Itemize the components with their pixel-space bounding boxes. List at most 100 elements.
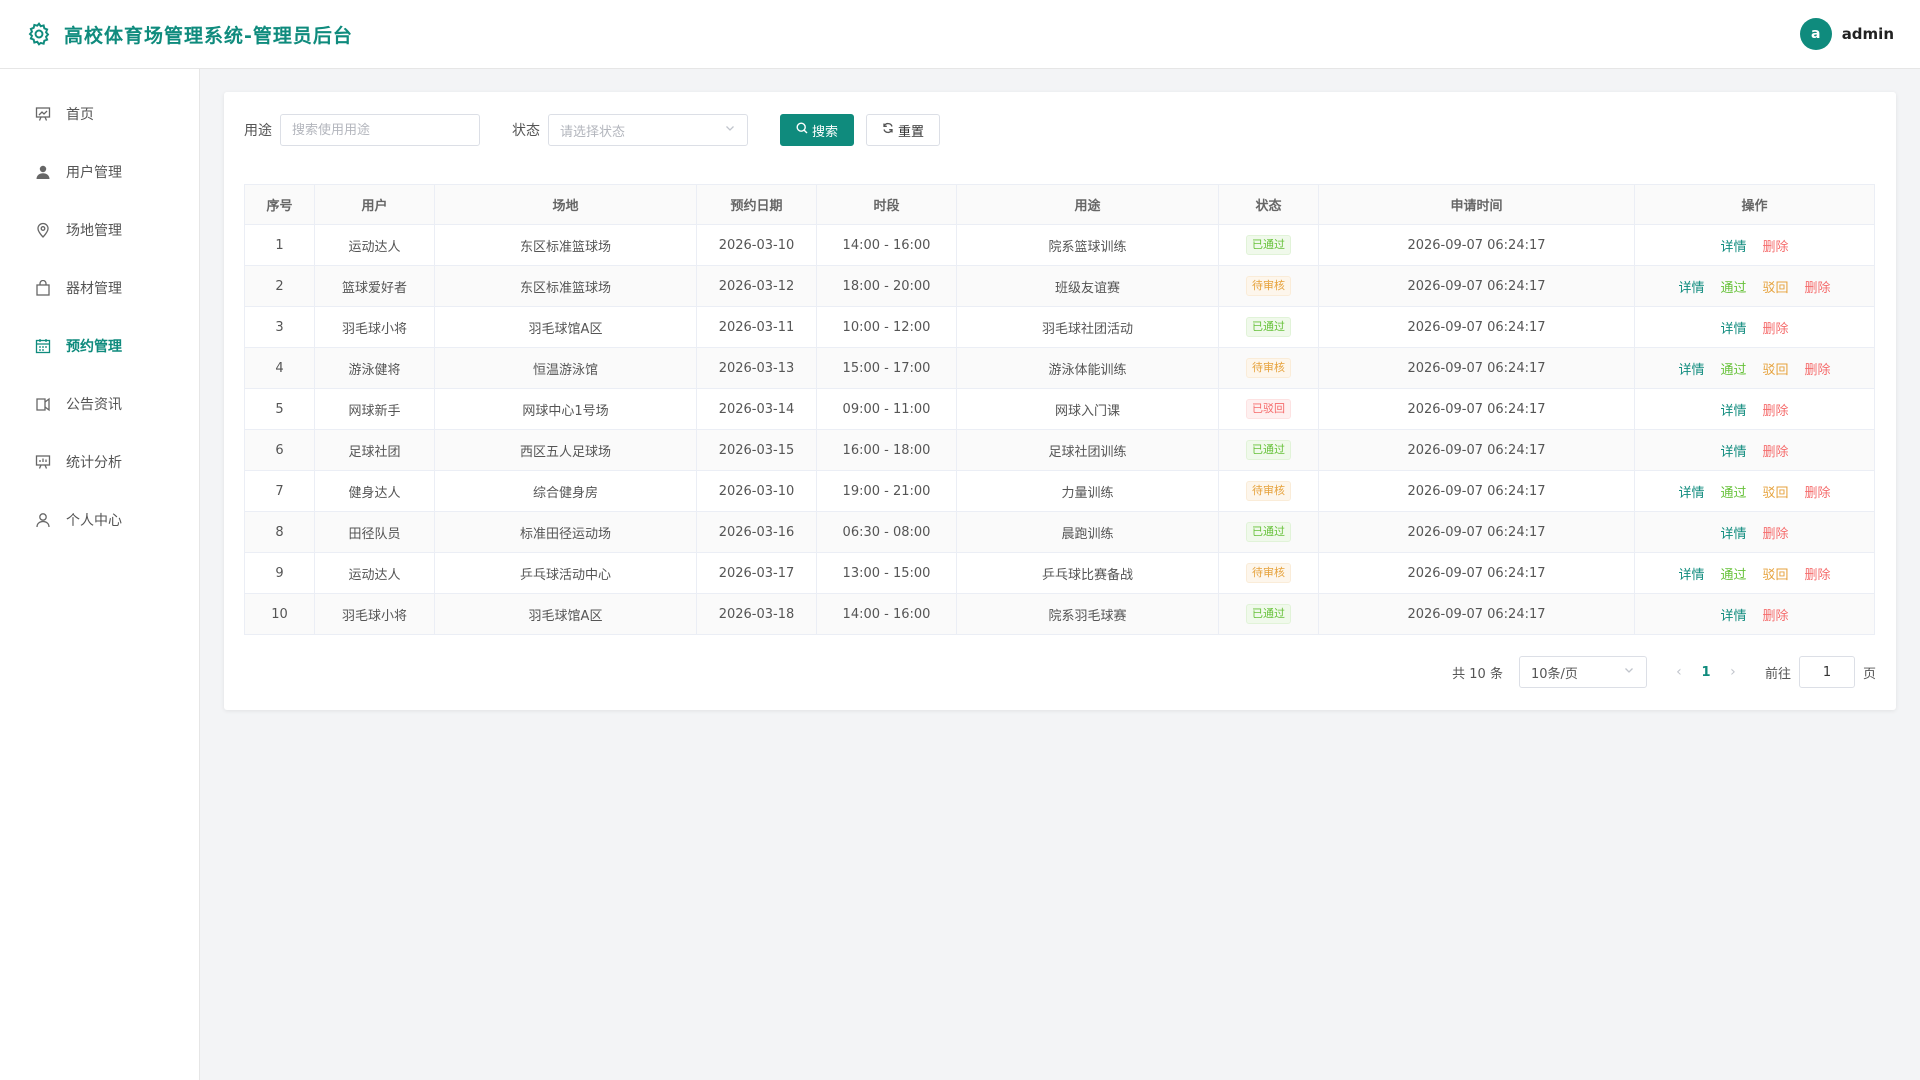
pass-link[interactable]: 通过 [1720,564,1746,583]
next-page-icon[interactable]: › [1721,664,1745,680]
cell-purpose: 力量训练 [956,470,1219,512]
delete-link[interactable]: 删除 [1805,482,1831,501]
cell-venue: 东区标准篮球场 [434,265,697,307]
reject-link[interactable]: 驳回 [1763,277,1789,296]
delete-link[interactable]: 删除 [1805,564,1831,583]
goto-page-input[interactable] [1798,656,1855,688]
cell-venue: 恒温游泳馆 [434,347,697,389]
cell-slot: 15:00 - 17:00 [816,347,957,389]
status-select[interactable]: 请选择状态 [548,114,748,146]
cell-applied: 2026-09-07 06:24:17 [1318,388,1635,430]
sidebar-item-statistics[interactable]: 统计分析 [0,433,199,491]
cell-no: 5 [244,388,315,430]
column-header: 用户 [314,184,435,225]
purpose-search-input[interactable] [280,114,480,146]
chevron-down-icon [1623,664,1635,680]
sidebar-item-profile[interactable]: 个人中心 [0,491,199,549]
cell-date: 2026-03-18 [696,593,817,635]
column-header: 场地 [434,184,697,225]
cell-status: 待审核 [1218,470,1319,512]
pass-link[interactable]: 通过 [1720,277,1746,296]
detail-link[interactable]: 详情 [1720,318,1746,337]
detail-link[interactable]: 详情 [1678,359,1704,378]
sidebar-item-reservations[interactable]: 预约管理 [0,317,199,375]
reset-button-label: 重置 [897,124,924,140]
pass-link[interactable]: 通过 [1720,359,1746,378]
page-number-current[interactable]: 1 [1691,665,1721,680]
status-select-placeholder: 请选择状态 [560,124,626,140]
user-icon [34,511,52,529]
cell-date: 2026-03-14 [696,388,817,430]
detail-link[interactable]: 详情 [1678,482,1704,501]
delete-link[interactable]: 删除 [1805,359,1831,378]
sidebar-item-label: 器材管理 [66,281,122,297]
delete-link[interactable]: 删除 [1763,318,1789,337]
reset-button[interactable]: 重置 [866,114,940,146]
reject-link[interactable]: 驳回 [1763,564,1789,583]
sidebar: 首页 用户管理 场地管理 器材管理 预约管理 公告资讯 统计分析 个人中心 [0,69,200,1080]
user-menu[interactable]: a admin [1799,18,1894,50]
sidebar-item-venues[interactable]: 场地管理 [0,201,199,259]
status-label: 状态 [512,123,540,139]
detail-link[interactable]: 详情 [1720,236,1746,255]
search-button[interactable]: 搜索 [780,114,854,146]
cell-venue: 羽毛球馆A区 [434,593,697,635]
sidebar-item-equipment[interactable]: 器材管理 [0,259,199,317]
delete-link[interactable]: 删除 [1763,605,1789,624]
status-badge: 已通过 [1246,235,1291,255]
cell-user: 田径队员 [314,511,435,553]
gear-icon [26,21,52,47]
cell-no: 2 [244,265,315,307]
cell-date: 2026-03-13 [696,347,817,389]
cell-user: 游泳健将 [314,347,435,389]
detail-link[interactable]: 详情 [1720,605,1746,624]
avatar[interactable]: a [1799,18,1832,50]
delete-link[interactable]: 删除 [1763,400,1789,419]
cell-status: 待审核 [1218,265,1319,307]
username[interactable]: admin [1842,25,1894,43]
goto-label: 前往 [1764,666,1791,682]
cell-venue: 乒乓球活动中心 [434,552,697,594]
cell-no: 3 [244,306,315,348]
reject-link[interactable]: 驳回 [1763,359,1789,378]
cell-date: 2026-03-10 [696,224,817,266]
cell-applied: 2026-09-07 06:24:17 [1318,306,1635,348]
cell-venue: 标准田径运动场 [434,511,697,553]
user-solid-icon [34,163,52,181]
delete-link[interactable]: 删除 [1763,441,1789,460]
cell-purpose: 院系篮球训练 [956,224,1219,266]
sidebar-item-home[interactable]: 首页 [0,85,199,143]
table-row: 1 运动达人 东区标准篮球场 2026-03-10 14:00 - 16:00 院系篮球训… [244,224,1875,266]
cell-applied: 2026-09-07 06:24:17 [1318,552,1635,594]
cell-date: 2026-03-16 [696,511,817,553]
detail-link[interactable]: 详情 [1678,277,1704,296]
cell-user: 足球社团 [314,429,435,471]
cell-user: 篮球爱好者 [314,265,435,307]
reservation-table: 序号 用户 场地 预约日期 时段 用途 状态 申请时间 操作 1 运动达人 东区标准篮球场 2026-… [244,184,1875,635]
detail-link[interactable]: 详情 [1678,564,1704,583]
table-row: 9 运动达人 乒乓球活动中心 2026-03-17 13:00 - 15:00 乒乓球比赛… [244,552,1875,594]
pass-link[interactable]: 通过 [1720,482,1746,501]
cell-status: 已通过 [1218,511,1319,553]
pagination: 共 10 条 10条/页 ‹ 1 › 前往 页 [1452,656,1876,688]
delete-link[interactable]: 删除 [1763,236,1789,255]
page-size-select[interactable]: 10条/页 [1518,656,1647,688]
brand: 高校体育场管理系统-管理员后台 [26,21,353,48]
status-badge: 待审核 [1246,276,1291,296]
cell-actions: 详情 通过 驳回 删除 [1634,265,1875,307]
sidebar-item-label: 首页 [66,107,94,123]
column-header: 时段 [816,184,957,225]
detail-link[interactable]: 详情 [1720,523,1746,542]
table-row: 6 足球社团 西区五人足球场 2026-03-15 16:00 - 18:00 足球社团训… [244,429,1875,471]
prev-page-icon[interactable]: ‹ [1667,664,1691,680]
table-row: 5 网球新手 网球中心1号场 2026-03-14 09:00 - 11:00 网球入门课… [244,388,1875,430]
delete-link[interactable]: 删除 [1805,277,1831,296]
detail-link[interactable]: 详情 [1720,400,1746,419]
detail-link[interactable]: 详情 [1720,441,1746,460]
delete-link[interactable]: 删除 [1763,523,1789,542]
cell-status: 已通过 [1218,306,1319,348]
sidebar-item-users[interactable]: 用户管理 [0,143,199,201]
sidebar-item-notices[interactable]: 公告资讯 [0,375,199,433]
table-body: 1 运动达人 东区标准篮球场 2026-03-10 14:00 - 16:00 院系篮球训… [244,224,1875,635]
reject-link[interactable]: 驳回 [1763,482,1789,501]
